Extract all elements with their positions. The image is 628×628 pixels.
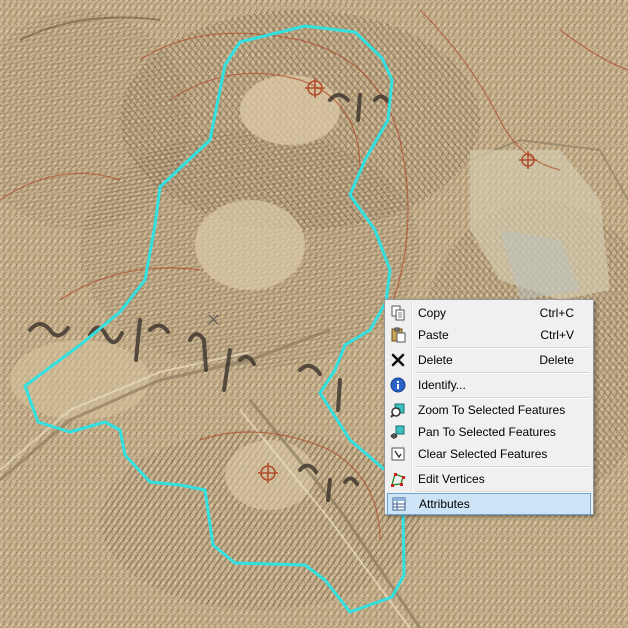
menu-item-label: Identify... (418, 378, 466, 392)
menu-item-pan-to-selected[interactable]: Pan To Selected Features (387, 421, 591, 443)
menu-item-label: Pan To Selected Features (418, 425, 556, 439)
menu-item-shortcut: Delete (539, 353, 574, 367)
menu-item-shortcut: Ctrl+V (540, 328, 574, 342)
menu-item-identify[interactable]: Identify... (387, 374, 591, 396)
menu-item-delete[interactable]: Delete Delete (387, 349, 591, 371)
menu-item-copy[interactable]: Copy Ctrl+C (387, 302, 591, 324)
menu-item-paste[interactable]: Paste Ctrl+V (387, 324, 591, 346)
menu-item-label: Attributes (419, 497, 470, 511)
menu-item-label: Paste (418, 328, 449, 342)
clear-selection-icon (387, 443, 409, 465)
pan-to-selected-icon (387, 421, 409, 443)
identify-info-icon (387, 374, 409, 396)
delete-x-icon (387, 349, 409, 371)
menu-item-label: Edit Vertices (418, 472, 485, 486)
menu-item-label: Clear Selected Features (418, 447, 548, 461)
zoom-to-selected-icon (387, 399, 409, 421)
edit-vertices-icon (387, 468, 409, 490)
menu-item-label: Zoom To Selected Features (418, 403, 566, 417)
menu-item-label: Delete (418, 353, 453, 367)
copy-icon (387, 302, 409, 324)
menu-item-label: Copy (418, 306, 447, 320)
attributes-table-icon (388, 493, 410, 515)
menu-item-attributes[interactable]: Attributes (387, 493, 591, 515)
context-menu: Copy Ctrl+C Paste Ctrl+V Delete Delete I… (384, 299, 594, 515)
menu-item-clear-selected[interactable]: Clear Selected Features (387, 443, 591, 465)
menu-item-zoom-to-selected[interactable]: Zoom To Selected Features (387, 399, 591, 421)
paste-icon (387, 324, 409, 346)
menu-item-edit-vertices[interactable]: Edit Vertices (387, 468, 591, 490)
menu-item-shortcut: Ctrl+C (539, 306, 574, 320)
